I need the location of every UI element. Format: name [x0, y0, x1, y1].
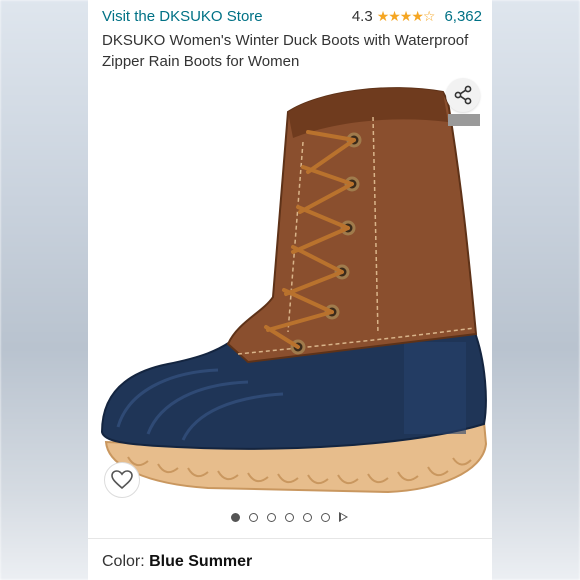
carousel-dot[interactable] — [249, 512, 258, 522]
rating-summary[interactable]: 4.3 ★★★★☆ 6,362 — [352, 8, 482, 25]
carousel-dot[interactable] — [267, 512, 276, 522]
video-play-icon[interactable] — [339, 512, 349, 522]
heart-icon — [111, 470, 133, 490]
store-link[interactable]: Visit the DKSUKO Store — [102, 8, 263, 25]
carousel-dot[interactable] — [285, 512, 294, 522]
carousel-dot[interactable] — [303, 512, 312, 522]
color-value: Blue Summer — [149, 553, 253, 570]
product-card: Visit the DKSUKO Store 4.3 ★★★★☆ 6,362 D… — [88, 0, 492, 580]
product-title: DKSUKO Women's Winter Duck Boots with Wa… — [102, 32, 469, 70]
wishlist-button[interactable] — [104, 462, 140, 498]
share-icon — [454, 85, 472, 105]
product-header: Visit the DKSUKO Store 4.3 ★★★★☆ 6,362 D… — [102, 6, 482, 72]
product-image-gallery[interactable] — [88, 72, 492, 502]
star-rating-icon: ★★★★☆ — [376, 7, 436, 24]
store-rating-row: Visit the DKSUKO Store 4.3 ★★★★☆ 6,362 — [102, 6, 482, 26]
product-image — [100, 87, 488, 494]
overlay-chip — [448, 114, 480, 126]
color-selection[interactable]: Color: Blue Summer — [102, 553, 252, 571]
carousel-indicators — [88, 512, 492, 522]
share-button[interactable] — [446, 78, 480, 112]
divider — [88, 538, 492, 539]
carousel-dot[interactable] — [231, 512, 240, 522]
review-count-link[interactable]: 6,362 — [444, 8, 482, 25]
carousel-dot[interactable] — [321, 512, 330, 522]
color-label: Color: — [102, 553, 150, 570]
rating-value: 4.3 — [351, 7, 373, 25]
